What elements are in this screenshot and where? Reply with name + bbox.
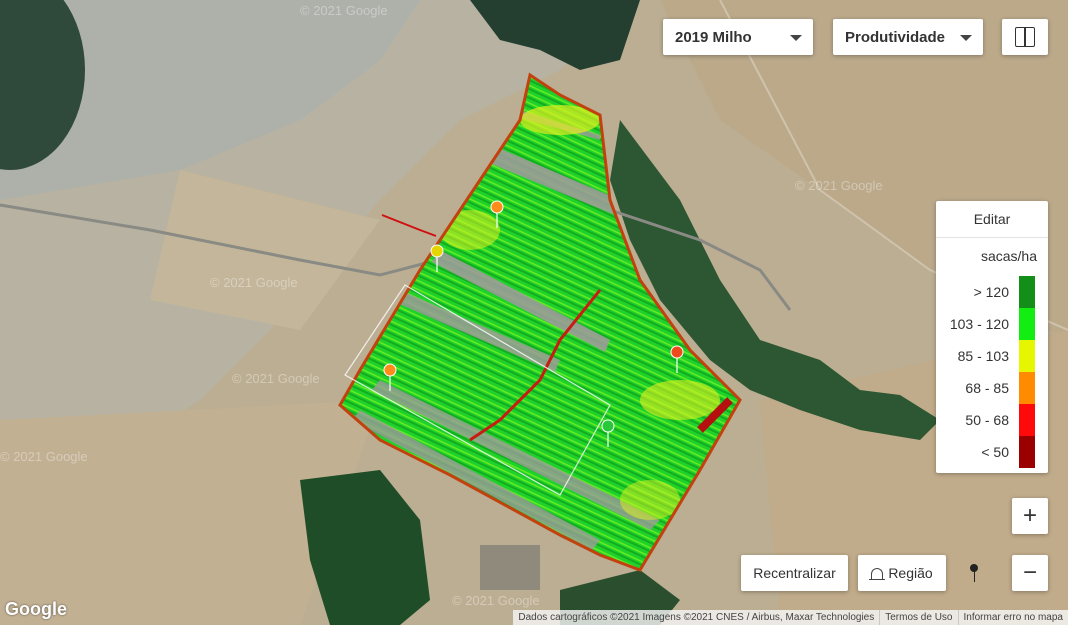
watermark: © 2021 Google — [795, 178, 883, 193]
season-select[interactable]: 2019 Milho — [663, 19, 813, 55]
watermark: © 2021 Google — [300, 3, 388, 18]
legend-swatch — [1019, 404, 1035, 436]
chevron-down-icon — [960, 35, 972, 41]
zoom-in-button[interactable]: + — [1012, 498, 1048, 534]
legend-label: 85 - 103 — [957, 348, 1009, 364]
legend-swatch — [1019, 276, 1035, 308]
chevron-down-icon — [790, 35, 802, 41]
report-error-link[interactable]: Informar erro no mapa — [957, 610, 1068, 625]
layer-select-value: Produtividade — [845, 28, 946, 46]
yield-legend: Editar sacas/ha > 120 103 - 120 85 - 103… — [936, 201, 1048, 473]
legend-label: 68 - 85 — [965, 380, 1009, 396]
season-select-value: 2019 Milho — [675, 28, 752, 46]
legend-edit-button[interactable]: Editar — [936, 201, 1048, 238]
legend-label: 50 - 68 — [965, 412, 1009, 428]
split-view-button[interactable] — [1002, 19, 1048, 55]
legend-row: < 50 — [936, 436, 1048, 468]
pin-icon-stem — [973, 571, 976, 582]
legend-row: 50 - 68 — [936, 404, 1048, 436]
watermark: © 2021 Google — [232, 371, 320, 386]
watermark: © 2021 Google — [452, 593, 540, 608]
legend-swatch — [1019, 308, 1035, 340]
legend-row: 68 - 85 — [936, 372, 1048, 404]
split-view-icon — [1015, 27, 1035, 47]
legend-label: < 50 — [981, 444, 1009, 460]
legend-row: 103 - 120 — [936, 308, 1048, 340]
farm-buildings — [480, 545, 540, 590]
legend-swatch — [1019, 340, 1035, 372]
recenter-button[interactable]: Recentralizar — [741, 555, 848, 591]
zoom-out-button[interactable]: − — [1012, 555, 1048, 591]
legend-swatch — [1019, 372, 1035, 404]
legend-swatch — [1019, 436, 1035, 468]
bell-icon — [869, 568, 886, 580]
layer-select[interactable]: Produtividade — [833, 19, 983, 55]
watermark: © 2021 Google — [0, 449, 88, 464]
watermark: © 2021 Google — [210, 275, 298, 290]
attribution-data: Dados cartográficos ©2021 Imagens ©2021 … — [518, 612, 875, 623]
terms-link[interactable]: Termos de Uso — [879, 610, 957, 625]
google-logo: Google — [5, 599, 67, 619]
region-button-label: Região — [888, 565, 933, 581]
legend-label: > 120 — [973, 284, 1009, 300]
legend-unit: sacas/ha — [980, 248, 1037, 264]
region-button[interactable]: Região — [858, 555, 946, 591]
legend-row: > 120 — [936, 276, 1048, 308]
map-attribution: Dados cartográficos ©2021 Imagens ©2021 … — [513, 610, 1068, 625]
legend-label: 103 - 120 — [949, 316, 1009, 332]
satellite-map[interactable]: © 2021 Google © 2021 Google © 2021 Googl… — [0, 0, 1068, 625]
legend-row: 85 - 103 — [936, 340, 1048, 372]
